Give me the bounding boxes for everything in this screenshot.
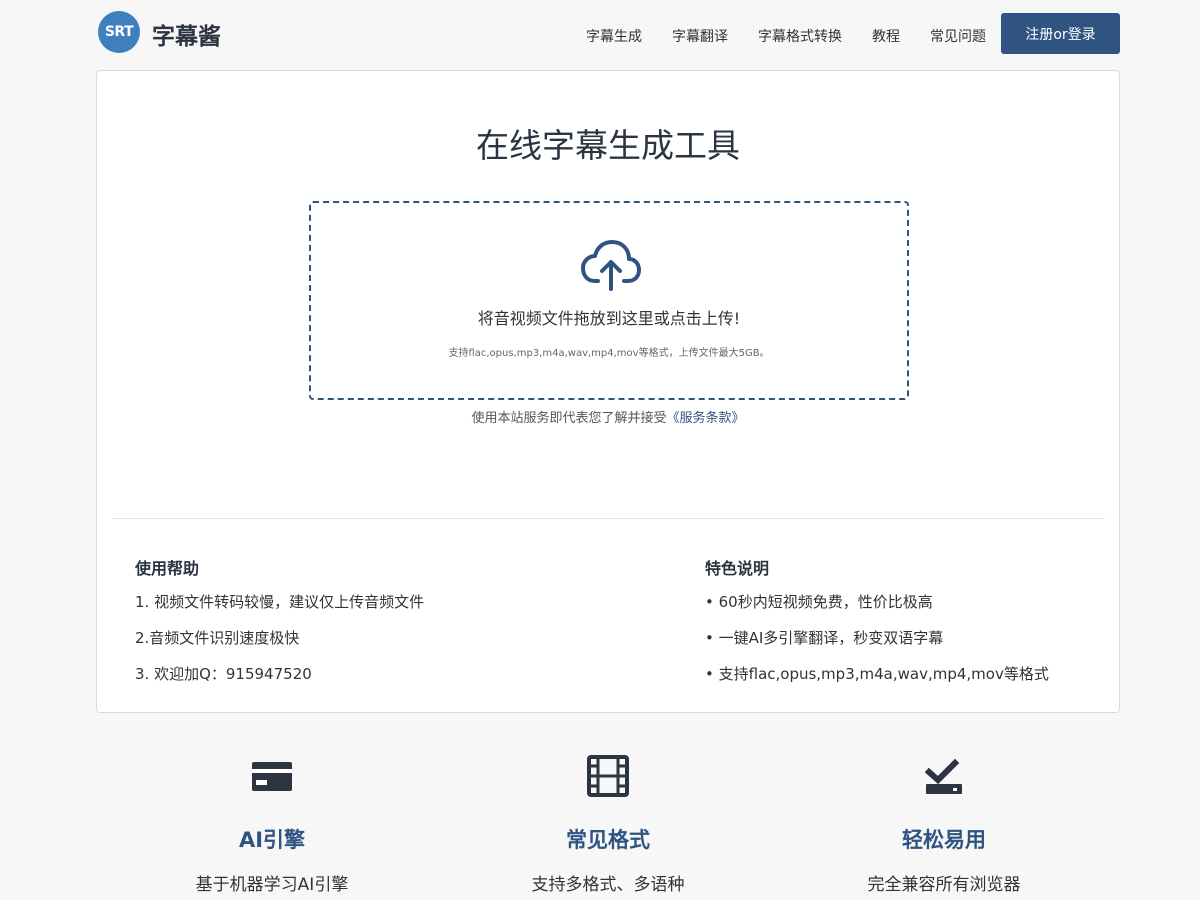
feature-easy-use: 轻松易用 完全兼容所有浏览器 <box>794 754 1094 895</box>
feature-title: 轻松易用 <box>902 828 986 852</box>
dropzone-hint: 支持flac,opus,mp3,m4a,wav,mp4,mov等格式，上传文件最… <box>448 348 770 359</box>
login-button[interactable]: 注册or登录 <box>1001 13 1120 54</box>
features-info-title: 特色说明 <box>705 559 770 578</box>
film-icon <box>587 755 629 797</box>
feature-desc: 完全兼容所有浏览器 <box>867 875 1021 895</box>
help-title: 使用帮助 <box>135 559 200 578</box>
terms-link[interactable]: 《服务条款》 <box>667 411 745 426</box>
nav-format-convert[interactable]: 字幕格式转换 <box>758 26 842 46</box>
feature-title: AI引擎 <box>238 828 306 852</box>
feature-formats: 常见格式 支持多格式、多语种 <box>458 754 758 895</box>
nav-tutorial[interactable]: 教程 <box>872 26 900 46</box>
check-tray-icon <box>924 758 962 794</box>
help-item: 3. 欢迎加Q：915947520 <box>135 665 312 683</box>
divider <box>113 518 1105 519</box>
feature-title: 常见格式 <box>566 828 650 852</box>
features-info-item: • 60秒内短视频免费，性价比极高 <box>705 593 933 611</box>
help-section: 使用帮助 1. 视频文件转码较慢，建议仅上传音频文件 2.音频文件识别速度极快 … <box>135 555 424 699</box>
features-info-item: • 一键AI多引擎翻译，秒变双语字幕 <box>705 629 944 647</box>
terms-prefix: 使用本站服务即代表您了解并接受 <box>471 411 667 426</box>
nav-subtitle-translate[interactable]: 字幕翻译 <box>672 26 728 46</box>
nav-subtitle-generate[interactable]: 字幕生成 <box>586 26 642 46</box>
brand-name[interactable]: 字幕酱 <box>152 17 221 51</box>
main-card: 在线字幕生成工具 将音视频文件拖放到这里或点击上传! 支持flac,opus,m… <box>96 70 1120 713</box>
dropzone-text: 将音视频文件拖放到这里或点击上传! <box>477 309 741 328</box>
feature-ai-engine: AI引擎 基于机器学习AI引擎 <box>122 754 422 895</box>
features-info-section: 特色说明 • 60秒内短视频免费，性价比极高 • 一键AI多引擎翻译，秒变双语字… <box>705 555 1049 699</box>
header: SRT 字幕酱 字幕生成 字幕翻译 字幕格式转换 教程 常见问题 注册or登录 <box>96 0 1120 66</box>
features-info-item: • 支持flac,opus,mp3,m4a,wav,mp4,mov等格式 <box>705 665 1049 683</box>
help-item: 2.音频文件识别速度极快 <box>135 629 300 647</box>
page-title: 在线字幕生成工具 <box>476 126 740 165</box>
feature-desc: 基于机器学习AI引擎 <box>195 875 349 895</box>
credit-card-icon <box>252 762 292 791</box>
help-item: 1. 视频文件转码较慢，建议仅上传音频文件 <box>135 593 425 611</box>
terms-notice: 使用本站服务即代表您了解并接受《服务条款》 <box>97 407 1119 426</box>
cloud-upload-icon <box>581 240 641 291</box>
main-nav: 字幕生成 字幕翻译 字幕格式转换 教程 常见问题 <box>556 26 986 46</box>
feature-desc: 支持多格式、多语种 <box>531 875 685 895</box>
nav-faq[interactable]: 常见问题 <box>930 26 986 46</box>
upload-dropzone[interactable]: 将音视频文件拖放到这里或点击上传! 支持flac,opus,mp3,m4a,wa… <box>309 201 909 400</box>
logo[interactable]: SRT <box>98 11 140 53</box>
